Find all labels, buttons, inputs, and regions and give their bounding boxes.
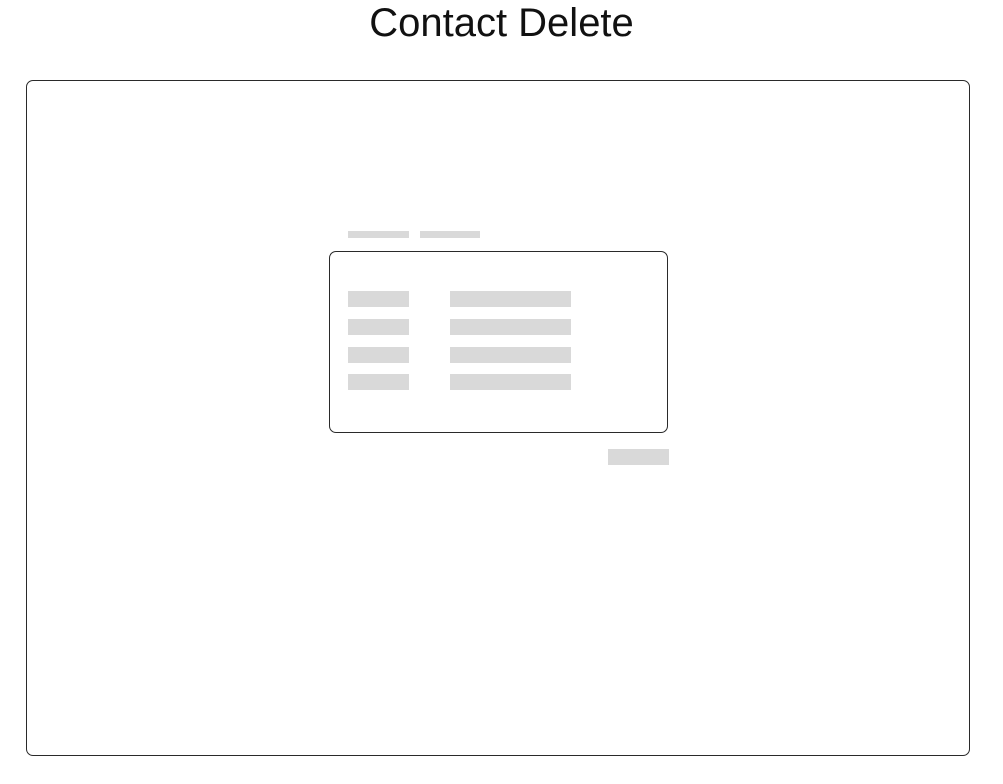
field-label-placeholder — [348, 374, 409, 390]
page-title: Contact Delete — [369, 1, 634, 45]
breadcrumb-item-placeholder[interactable] — [420, 231, 480, 238]
field-label-placeholder — [348, 319, 409, 335]
field-value-placeholder — [450, 374, 571, 390]
contact-details-card — [329, 251, 668, 433]
field-label-placeholder — [348, 291, 409, 307]
delete-button[interactable] — [608, 449, 669, 465]
breadcrumb-item-placeholder[interactable] — [348, 231, 409, 238]
field-value-placeholder — [450, 347, 571, 363]
field-value-placeholder — [450, 291, 571, 307]
field-label-placeholder — [348, 347, 409, 363]
field-value-placeholder — [450, 319, 571, 335]
